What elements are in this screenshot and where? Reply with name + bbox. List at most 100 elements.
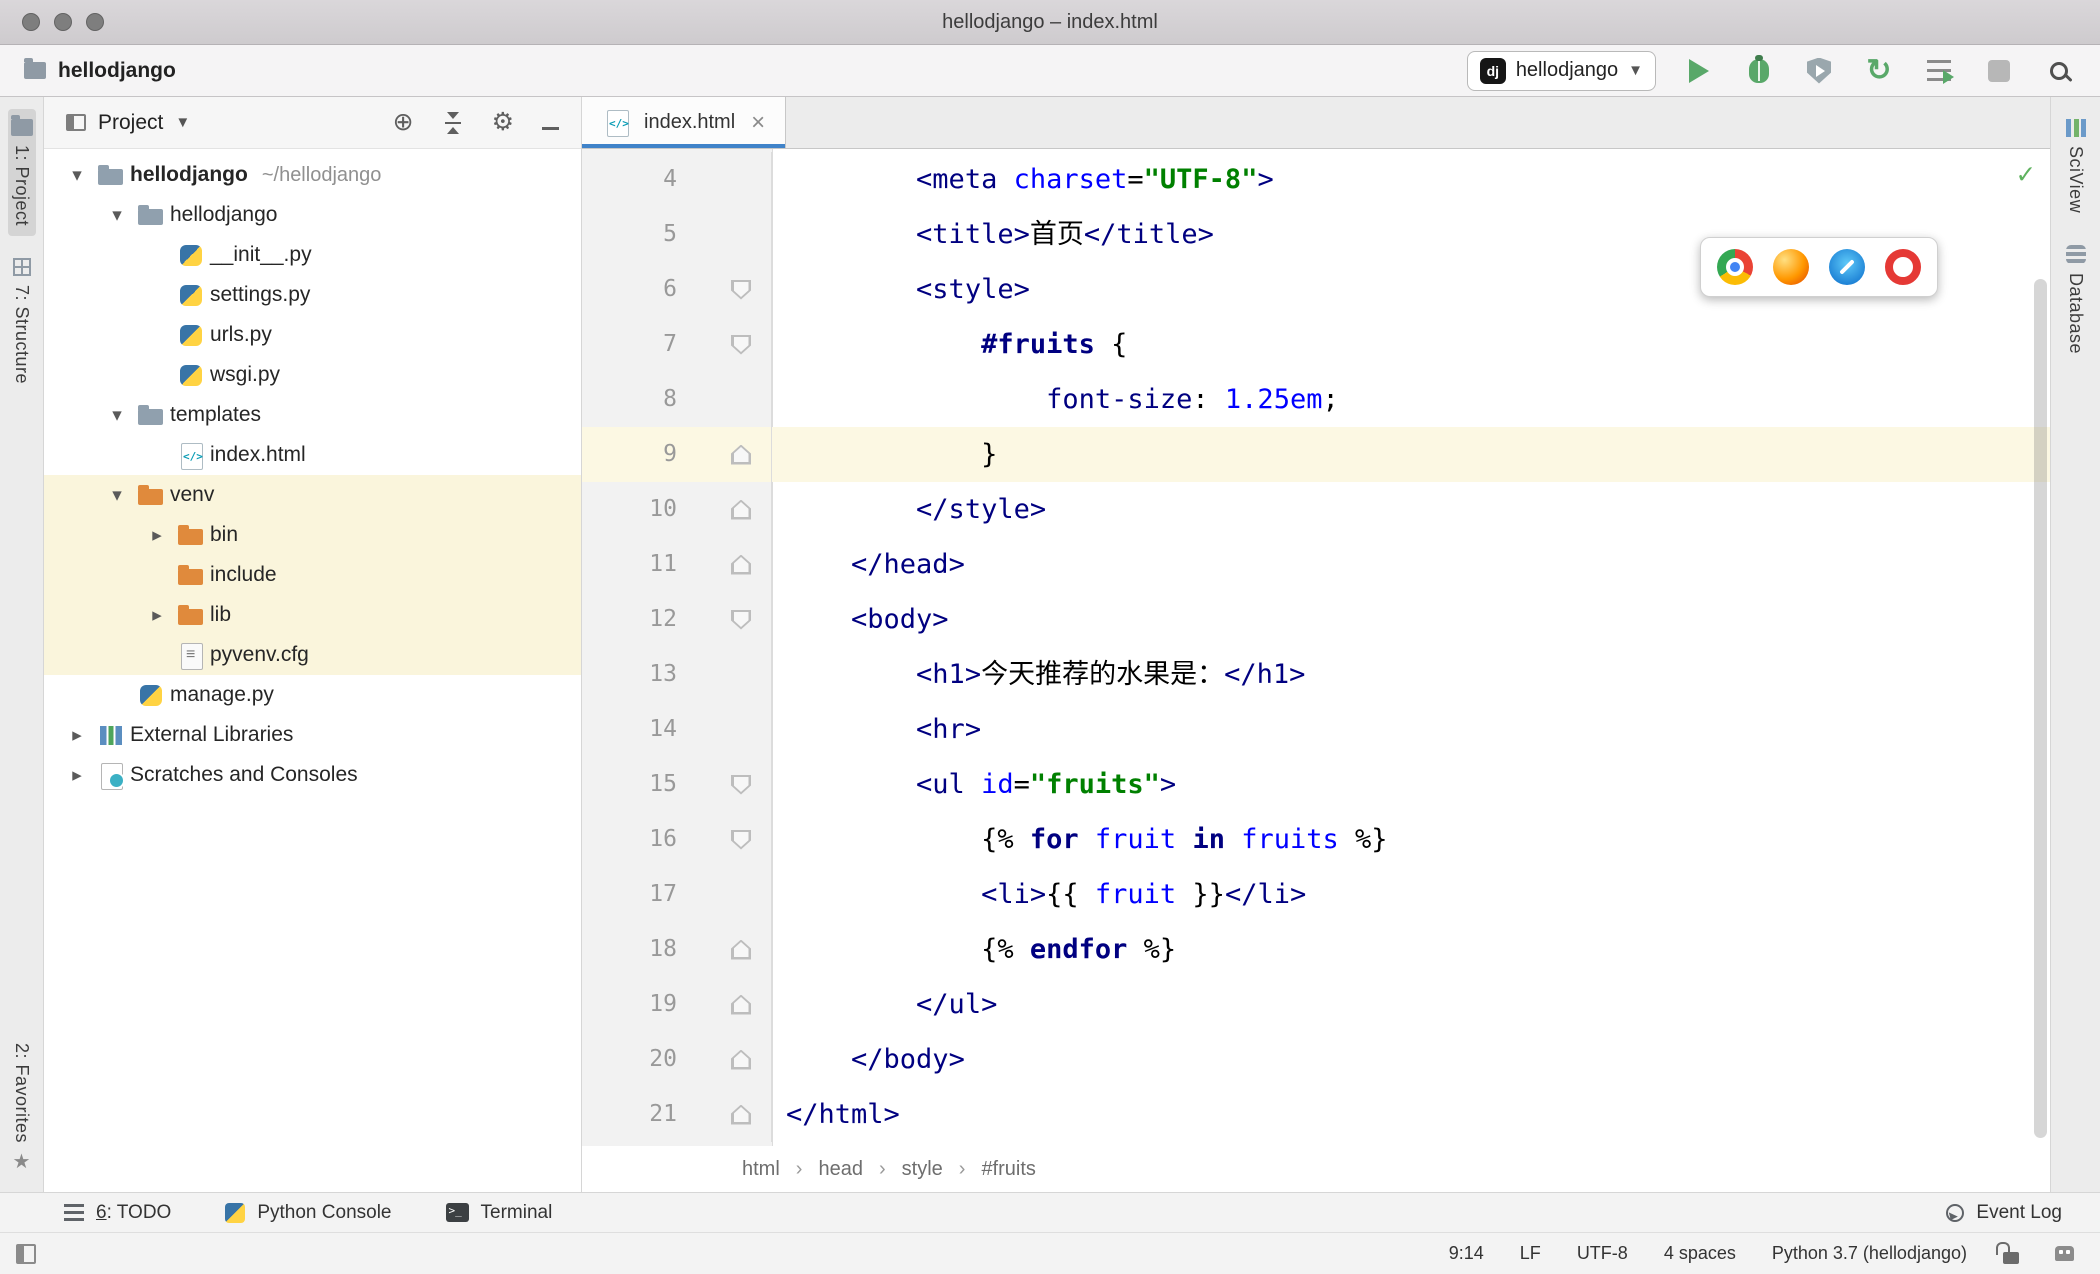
tree-item-lib[interactable]: ▸ lib (44, 595, 581, 635)
code-line-16[interactable]: 16 {% for fruit in fruits %} (582, 812, 2050, 867)
tree-item-templates[interactable]: ▾ templates (44, 395, 581, 435)
tree-item-init-py[interactable]: __init__.py (44, 235, 581, 275)
status-item-utf-8[interactable]: UTF-8 (1577, 1243, 1628, 1264)
tree-item-wsgi-py[interactable]: wsgi.py (44, 355, 581, 395)
code-line-10[interactable]: 10 </style> (582, 482, 2050, 537)
tool-window-button-database[interactable]: Database (2062, 235, 2089, 364)
tree-item-urls-py[interactable]: urls.py (44, 315, 581, 355)
tree-item-index-html[interactable]: index.html (44, 435, 581, 475)
tree-item-settings-py[interactable]: settings.py (44, 275, 581, 315)
code-line-19[interactable]: 19 </ul> (582, 977, 2050, 1032)
project-panel-title[interactable]: Project (98, 111, 163, 135)
run-configuration-selector[interactable]: dj hellodjango ▼ (1466, 50, 1656, 91)
code-line-17[interactable]: 17 <li>{{ fruit }}</li> (582, 867, 2050, 922)
stop-button[interactable] (1982, 54, 2016, 88)
fold-end-icon (731, 554, 751, 575)
editor-scrollbar[interactable] (2034, 279, 2047, 1138)
fold-marker-start[interactable] (711, 334, 771, 355)
tool-window-button-terminal[interactable]: Terminal (445, 1202, 552, 1224)
breadcrumb-head[interactable]: head (818, 1158, 863, 1181)
debug-button[interactable] (1742, 54, 1776, 88)
breadcrumb-html[interactable]: html (742, 1158, 780, 1181)
fold-marker-end[interactable] (711, 444, 771, 465)
code-line-13[interactable]: 13 <h1>今天推荐的水果是：</h1> (582, 647, 2050, 702)
tree-item-hellodjango[interactable]: ▾ hellodjango (44, 195, 581, 235)
fold-marker-end[interactable] (711, 994, 771, 1015)
tree-item-pyvenv-cfg[interactable]: pyvenv.cfg (44, 635, 581, 675)
code-line-18[interactable]: 18 {% endfor %} (582, 922, 2050, 977)
expanded-arrow-icon[interactable]: ▾ (98, 484, 136, 507)
tool-window-toggle-icon[interactable] (16, 1243, 36, 1264)
collapsed-arrow-icon[interactable]: ▸ (138, 524, 176, 547)
fold-marker-start[interactable] (711, 609, 771, 630)
tree-item-scratches-and-consoles[interactable]: ▸ Scratches and Consoles (44, 755, 581, 795)
folder-icon (136, 402, 166, 429)
code-line-9[interactable]: 9 } (582, 427, 2050, 482)
tree-item-venv[interactable]: ▾ venv (44, 475, 581, 515)
tree-item-hellodjango[interactable]: ▾ hellodjango ~/hellodjango (44, 155, 581, 195)
tool-window-button-python-console[interactable]: Python Console (225, 1202, 392, 1224)
gear-icon[interactable]: ⚙ (492, 110, 514, 135)
chrome-browser-icon[interactable] (1717, 249, 1753, 285)
code-token: #fruits (981, 329, 1095, 360)
fold-marker-end[interactable] (711, 554, 771, 575)
tree-item-include[interactable]: include (44, 555, 581, 595)
code-line-7[interactable]: 7 #fruits { (582, 317, 2050, 372)
code-line-4[interactable]: 4 <meta charset="UTF-8"> (582, 152, 2050, 207)
tab-index-html[interactable]: index.html × (582, 97, 787, 148)
fold-marker-start[interactable] (711, 829, 771, 850)
tool-window-button-event-log[interactable]: Event Log (1946, 1202, 2062, 1224)
tree-item-bin[interactable]: ▸ bin (44, 515, 581, 555)
status-item-4-spaces[interactable]: 4 spaces (1664, 1243, 1736, 1264)
run-configurations-list-button[interactable] (1922, 54, 1956, 88)
fold-marker-start[interactable] (711, 279, 771, 300)
opera-browser-icon[interactable] (1885, 249, 1921, 285)
fold-marker-start[interactable] (711, 774, 771, 795)
project-breadcrumb[interactable]: hellodjango (24, 58, 176, 83)
fold-marker-end[interactable] (711, 1049, 771, 1070)
collapsed-arrow-icon[interactable]: ▸ (58, 724, 96, 747)
expanded-arrow-icon[interactable]: ▾ (98, 204, 136, 227)
code-line-8[interactable]: 8 font-size: 1.25em; (582, 372, 2050, 427)
profiler-button[interactable]: ↻ (1862, 54, 1896, 88)
run-with-coverage-button[interactable] (1802, 54, 1836, 88)
status-item-python-3-7-hellodjango[interactable]: Python 3.7 (hellodjango) (1772, 1243, 1967, 1264)
safari-browser-icon[interactable] (1829, 249, 1865, 285)
locate-file-icon[interactable]: ⊕ (393, 110, 414, 135)
firefox-browser-icon[interactable] (1773, 249, 1809, 285)
expanded-arrow-icon[interactable]: ▾ (98, 404, 136, 427)
chevron-down-icon[interactable]: ▼ (175, 114, 190, 131)
code-line-11[interactable]: 11 </head> (582, 537, 2050, 592)
collapsed-arrow-icon[interactable]: ▸ (138, 604, 176, 627)
tool-window-button-7-structure[interactable]: 7: Structure (8, 248, 35, 394)
expanded-arrow-icon[interactable]: ▾ (58, 164, 96, 187)
run-button[interactable] (1682, 54, 1716, 88)
unlocked-icon[interactable] (1996, 1241, 2019, 1264)
fold-marker-end[interactable] (711, 499, 771, 520)
collapsed-arrow-icon[interactable]: ▸ (58, 764, 96, 787)
tool-window-button-1-project[interactable]: 1: Project (7, 109, 36, 237)
tree-item-manage-py[interactable]: manage.py (44, 675, 581, 715)
code-line-20[interactable]: 20 </body> (582, 1032, 2050, 1087)
code-line-15[interactable]: 15 <ul id="fruits"> (582, 757, 2050, 812)
hide-panel-icon[interactable] (542, 110, 559, 135)
breadcrumb-fruits[interactable]: #fruits (981, 1158, 1035, 1181)
tree-item-external-libraries[interactable]: ▸ External Libraries (44, 715, 581, 755)
code-line-14[interactable]: 14 <hr> (582, 702, 2050, 757)
code-line-21[interactable]: 21 </html> (582, 1087, 2050, 1142)
search-everywhere-button[interactable] (2042, 54, 2076, 88)
fold-marker-end[interactable] (711, 1104, 771, 1125)
code-line-12[interactable]: 12 <body> (582, 592, 2050, 647)
collapse-all-icon[interactable] (442, 111, 464, 134)
fold-marker-end[interactable] (711, 939, 771, 960)
code-editor[interactable]: 4 <meta charset="UTF-8"> 5 <title>首页</tit… (582, 149, 2050, 1146)
notifications-icon[interactable] (2055, 1246, 2074, 1261)
tool-window-button-sciview[interactable]: SciView (2062, 109, 2089, 223)
breadcrumb-style[interactable]: style (902, 1158, 943, 1181)
tool-window-button-6-todo[interactable]: 6: TODO (64, 1202, 171, 1224)
status-item-9-14[interactable]: 9:14 (1449, 1243, 1484, 1264)
inspection-ok-icon[interactable]: ✓ (2017, 157, 2034, 190)
tool-window-button-2-favorites[interactable]: 2: Favorites ★ (8, 1033, 35, 1182)
close-tab-icon[interactable]: × (751, 110, 765, 135)
status-item-lf[interactable]: LF (1520, 1243, 1541, 1264)
